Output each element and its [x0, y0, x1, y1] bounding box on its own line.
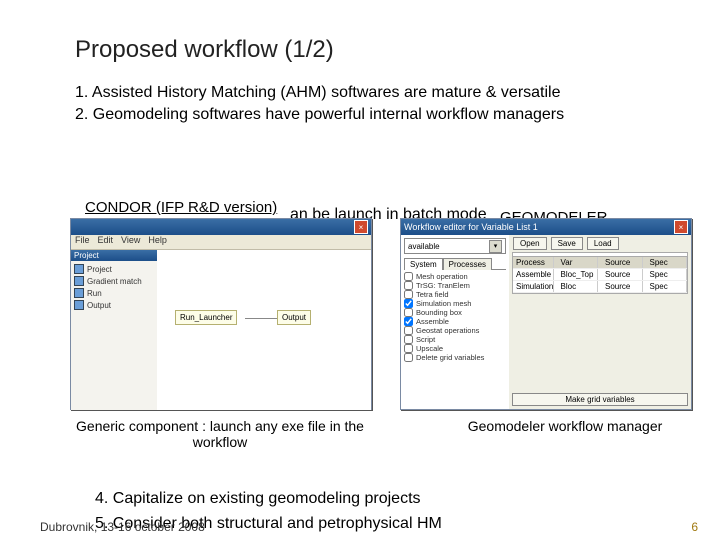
list-item[interactable]: Delete grid variables [404, 353, 506, 362]
col-process: Process [513, 257, 554, 268]
col-var: Var [558, 257, 599, 268]
cell: Source [602, 281, 643, 292]
available-select[interactable]: available ▾ [404, 238, 506, 254]
item-icon [74, 300, 84, 310]
left-caption: Generic component : launch any exe file … [70, 418, 370, 450]
workflow-canvas[interactable]: Run_Launcher Output [157, 250, 371, 410]
sidebar-item[interactable]: Output [74, 299, 154, 311]
point-4: 4. Capitalize on existing geomodeling pr… [95, 490, 421, 508]
geomodeler-titlebar: Workflow editor for Variable List 1 × [401, 219, 691, 235]
workflow-node[interactable]: Output [277, 310, 311, 325]
point-2: 2. Geomodeling softwares have powerful i… [75, 104, 680, 126]
table-row[interactable]: Simulation mesh Bloc Source Spec [513, 281, 687, 293]
menu-view[interactable]: View [121, 235, 140, 249]
checkbox[interactable] [404, 335, 413, 344]
cell: Spec [647, 281, 688, 292]
checkbox[interactable] [404, 326, 413, 335]
sidebar-item[interactable]: Gradient match [74, 275, 154, 287]
close-icon[interactable]: × [674, 220, 688, 234]
sidebar-item-label: Output [87, 301, 111, 310]
table-row[interactable]: Assemble stack Bloc_Top Source Spec [513, 269, 687, 281]
open-button[interactable]: Open [513, 237, 547, 250]
titlebar-text: Workflow editor for Variable List 1 [404, 222, 538, 232]
list-item[interactable]: Geostat operations [404, 326, 506, 335]
list-item-label: Tetra field [416, 290, 449, 299]
cell: Bloc [558, 281, 599, 292]
checkbox[interactable] [404, 299, 413, 308]
list-item-label: Bounding box [416, 308, 462, 317]
sidebar-item-label: Project [87, 265, 112, 274]
list-item-label: Delete grid variables [416, 353, 484, 362]
workflow-connector [245, 318, 277, 319]
tab-processes[interactable]: Processes [443, 258, 492, 270]
select-value: available [408, 242, 440, 251]
list-item-label: Geostat operations [416, 326, 479, 335]
list-item-label: TrSG: TranElem [416, 281, 470, 290]
cell: Source [602, 269, 643, 280]
list-item[interactable]: Upscale [404, 344, 506, 353]
cell: Spec [647, 269, 688, 280]
list-item-label: Simulation mesh [416, 299, 471, 308]
sidebar-item[interactable]: Project [74, 263, 154, 275]
list-item[interactable]: Simulation mesh [404, 299, 506, 308]
cell: Bloc_Top [558, 269, 599, 280]
col-spec: Spec [647, 257, 688, 268]
sidebar-header: Project [71, 250, 157, 261]
save-button[interactable]: Save [551, 237, 583, 250]
geomodeler-window: Workflow editor for Variable List 1 × av… [400, 218, 692, 410]
tab-system[interactable]: System [404, 258, 443, 270]
item-icon [74, 276, 84, 286]
chevron-down-icon: ▾ [489, 240, 502, 253]
page-number: 6 [691, 520, 698, 534]
list-item[interactable]: TrSG: TranElem [404, 281, 506, 290]
list-item[interactable]: Mesh operation [404, 272, 506, 281]
menu-file[interactable]: File [75, 235, 90, 249]
item-icon [74, 288, 84, 298]
checkbox[interactable] [404, 344, 413, 353]
list-item-label: Assemble [416, 317, 449, 326]
checkbox[interactable] [404, 308, 413, 317]
right-caption: Geomodeler workflow manager [450, 418, 680, 434]
list-item-label: Mesh operation [416, 272, 468, 281]
condor-menubar: File Edit View Help [71, 235, 371, 250]
checkbox[interactable] [404, 290, 413, 299]
condor-titlebar: × [71, 219, 371, 235]
list-item[interactable]: Tetra field [404, 290, 506, 299]
list-item-label: Upscale [416, 344, 443, 353]
checkbox[interactable] [404, 272, 413, 281]
condor-label: CONDOR (IFP R&D version) [85, 199, 277, 216]
list-item-label: Script [416, 335, 435, 344]
sidebar-item-label: Run [87, 289, 102, 298]
list-item[interactable]: Bounding box [404, 308, 506, 317]
condor-sidebar: Project Project Gradient match Run Outpu… [71, 250, 158, 410]
point-1: 1. Assisted History Matching (AHM) softw… [75, 82, 680, 104]
cell: Simulation mesh [513, 281, 554, 292]
col-source: Source [602, 257, 643, 268]
run-button[interactable]: Make grid variables [512, 393, 688, 406]
list-item[interactable]: Script [404, 335, 506, 344]
footer-date: Dubrovnik, 13-16 october 2008 [40, 520, 205, 534]
workflow-node[interactable]: Run_Launcher [175, 310, 237, 325]
checkbox[interactable] [404, 353, 413, 362]
checkbox[interactable] [404, 281, 413, 290]
condor-window: × File Edit View Help Project Project Gr… [70, 218, 372, 410]
left-pane: available ▾ System Processes Mesh operat… [401, 235, 510, 409]
right-pane: Open Save Load Process Var Source Spec A… [509, 235, 691, 409]
menu-help[interactable]: Help [148, 235, 167, 249]
cell: Assemble stack [513, 269, 554, 280]
body-text: 1. Assisted History Matching (AHM) softw… [75, 82, 680, 125]
menu-edit[interactable]: Edit [98, 235, 114, 249]
process-grid: Process Var Source Spec Assemble stack B… [512, 252, 688, 294]
sidebar-item[interactable]: Run [74, 287, 154, 299]
slide-title: Proposed workflow (1/2) [75, 36, 334, 64]
load-button[interactable]: Load [587, 237, 619, 250]
sidebar-item-label: Gradient match [87, 277, 142, 286]
checkbox[interactable] [404, 317, 413, 326]
grid-header: Process Var Source Spec [513, 256, 687, 269]
list-item[interactable]: Assemble [404, 317, 506, 326]
close-icon[interactable]: × [354, 220, 368, 234]
item-icon [74, 264, 84, 274]
process-list: Mesh operation TrSG: TranElem Tetra fiel… [404, 272, 506, 362]
